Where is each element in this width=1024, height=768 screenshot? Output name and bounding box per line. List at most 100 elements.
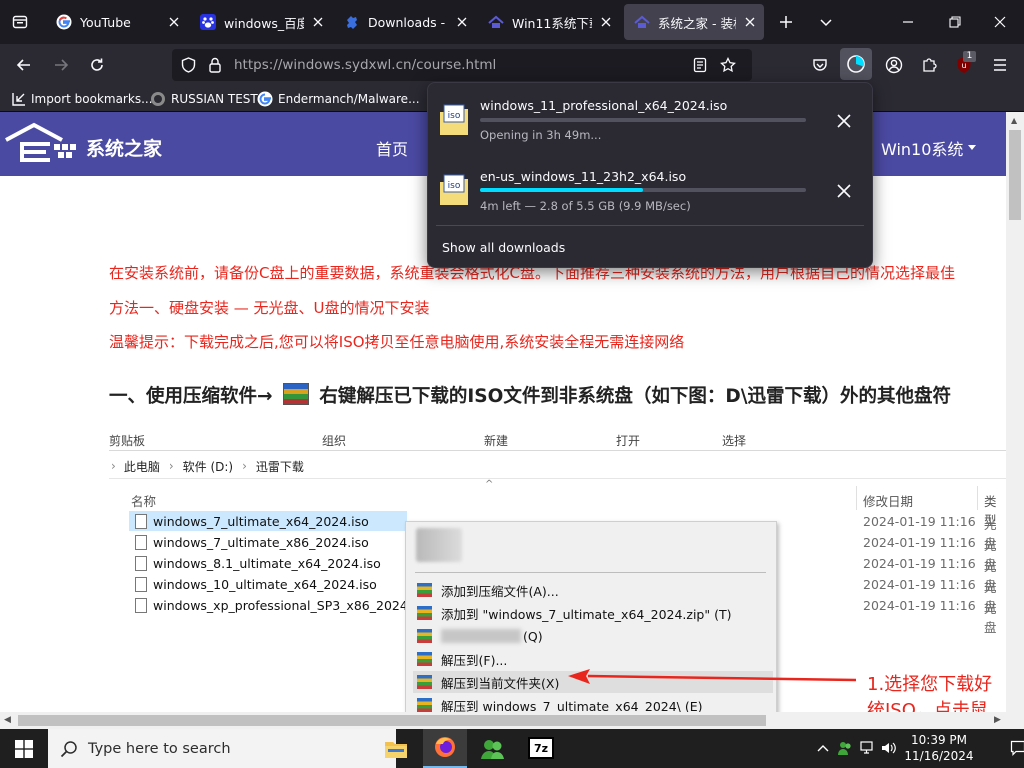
list-all-tabs-chevron-icon[interactable]: [814, 10, 838, 34]
close-window-button[interactable]: [988, 10, 1012, 34]
winrar-icon: [417, 675, 432, 689]
menu-item-extract-to-folder[interactable]: 解压到 windows_7_ultimate_x64_2024\ (E): [413, 694, 773, 712]
iso-file-icon: iso: [439, 104, 469, 136]
menu-item-label: 解压到(F)...: [441, 652, 508, 668]
breadcrumb: › 此电脑 › 软件 (D:) › 迅雷下载: [109, 456, 304, 476]
app-green-people-icon[interactable]: [474, 732, 512, 765]
file-name[interactable]: windows_7_ultimate_x86_2024.iso: [153, 535, 369, 550]
menu-item-label: 添加到 "windows_7_ultimate_x64_2024.zip" (T…: [441, 606, 732, 622]
lock-icon[interactable]: [205, 55, 225, 75]
menu-item-blurred[interactable]: (Q): [413, 625, 773, 647]
scroll-right-icon[interactable]: ▶: [994, 715, 1001, 725]
cancel-download-button[interactable]: [830, 107, 858, 135]
nav-win10-link[interactable]: Win10系统: [881, 136, 977, 160]
account-icon[interactable]: [882, 53, 906, 77]
breadcrumb-item: 软件 (D:): [182, 459, 234, 474]
close-tab-icon[interactable]: [598, 14, 614, 30]
tab-youtube[interactable]: YouTube: [46, 4, 188, 40]
back-arrow-icon[interactable]: [12, 53, 36, 77]
scrollbar-thumb[interactable]: [18, 715, 766, 726]
new-tab-button[interactable]: [774, 10, 798, 34]
tab-win11-download[interactable]: Win11系统下载_: [478, 4, 620, 40]
close-tab-icon[interactable]: [454, 14, 470, 30]
reader-view-icon[interactable]: [689, 54, 711, 76]
show-hidden-icons-chevron[interactable]: [815, 739, 831, 757]
extensions-puzzle-icon[interactable]: [917, 53, 941, 77]
scroll-left-icon[interactable]: ◀: [4, 715, 11, 725]
menu-item-extract-to[interactable]: 解压到(F)...: [413, 648, 773, 670]
blurred-icon: [416, 528, 462, 562]
network-icon[interactable]: [859, 737, 877, 759]
tab-baidu[interactable]: windows_百度搜索: [190, 4, 332, 40]
baidu-paw-icon: [200, 14, 216, 30]
tip-text: 温馨提示：下载完成之后,您可以将ISO拷贝至任意电脑使用,系统安装全程无需连接网…: [109, 333, 685, 351]
windows-start-icon[interactable]: [12, 737, 36, 761]
reload-icon[interactable]: [85, 53, 109, 77]
winrar-icon: [417, 583, 432, 597]
forward-arrow-icon[interactable]: [49, 53, 73, 77]
shield-icon[interactable]: [178, 55, 198, 75]
search-icon: [60, 740, 78, 758]
file-name[interactable]: windows_10_ultimate_x64_2024.iso: [153, 577, 377, 592]
notification-center-icon[interactable]: [1008, 738, 1024, 758]
cancel-download-button[interactable]: [830, 177, 858, 205]
file-explorer-taskbar-icon[interactable]: [378, 732, 414, 765]
menu-item-add-to-zip[interactable]: 添加到 "windows_7_ultimate_x64_2024.zip" (T…: [413, 602, 773, 624]
minimize-window-button[interactable]: [896, 10, 920, 34]
file-name[interactable]: windows_8.1_ultimate_x64_2024.iso: [153, 556, 381, 571]
clock-time: 10:39 PM: [911, 733, 967, 747]
close-tab-icon[interactable]: [166, 14, 182, 30]
hamburger-menu-icon[interactable]: [988, 53, 1012, 77]
firefox-taskbar-button[interactable]: [423, 729, 467, 768]
bookmark-russian-test[interactable]: RUSSIAN TEST: [150, 89, 258, 109]
ribbon-group-label: 打开: [616, 434, 641, 448]
tray-people-icon[interactable]: [836, 737, 854, 759]
horizontal-scrollbar[interactable]: ◀ ▶: [0, 712, 1024, 729]
iso-file-icon: [135, 514, 147, 529]
volume-icon[interactable]: [880, 737, 898, 759]
download-filename[interactable]: windows_11_professional_x64_2024.iso: [480, 98, 727, 113]
pocket-icon[interactable]: [808, 53, 832, 77]
url-text[interactable]: https://windows.sydxwl.cn/course.html: [234, 57, 496, 73]
winrar-icon: [417, 629, 432, 643]
annotation-text: 1.选择您下载好: [867, 674, 993, 695]
bookmark-import[interactable]: Import bookmarks...: [12, 89, 153, 109]
vertical-scrollbar[interactable]: ▲: [1006, 112, 1024, 712]
scrollbar-thumb[interactable]: [1009, 130, 1021, 220]
system-home-icon: [488, 14, 504, 30]
download-progress-fill: [480, 188, 643, 192]
7zip-taskbar-icon[interactable]: 7z: [528, 737, 554, 759]
download-progress-track: [480, 188, 806, 192]
taskbar-search-box[interactable]: Type here to search: [48, 729, 396, 768]
system-home-icon: [634, 14, 650, 30]
file-name[interactable]: windows_xp_professional_SP3_x86_2024.iso: [153, 598, 429, 613]
ribbon-group-label: 新建: [484, 434, 509, 448]
close-tab-icon[interactable]: [742, 14, 758, 30]
nav-home-link[interactable]: 首页: [376, 136, 408, 160]
breadcrumb-chevron-icon: ›: [168, 459, 174, 473]
file-name[interactable]: windows_7_ultimate_x64_2024.iso: [153, 514, 369, 529]
restore-window-button[interactable]: [943, 10, 967, 34]
google-icon: [56, 14, 72, 30]
iso-file-icon: iso: [439, 174, 469, 206]
download-progress-icon: [847, 55, 865, 73]
heading-part-b: 右键解压已下载的ISO文件到非系统盘（如下图：D\迅雷下载）外的其他盘符: [319, 386, 951, 407]
tab-list-icon[interactable]: [8, 10, 32, 34]
menu-item-add-archive[interactable]: 添加到压缩文件(A)...: [413, 579, 773, 601]
close-tab-icon[interactable]: [310, 14, 326, 30]
download-progress-track: [480, 118, 806, 122]
taskbar-clock[interactable]: 10:39 PM 11/16/2024: [904, 732, 974, 765]
panel-divider: [436, 225, 864, 226]
show-all-downloads-link[interactable]: Show all downloads: [442, 240, 565, 255]
scroll-up-icon[interactable]: ▲: [1011, 116, 1017, 125]
bookmark-star-icon[interactable]: [717, 54, 739, 76]
downloads-button[interactable]: [840, 48, 872, 80]
download-filename[interactable]: en-us_windows_11_23h2_x64.iso: [480, 169, 686, 184]
tab-system-home-active[interactable]: 系统之家 - 装机: [624, 4, 764, 40]
download-status: 4m left — 2.8 of 5.5 GB (9.9 MB/sec): [480, 199, 691, 213]
downloads-panel: iso windows_11_professional_x64_2024.iso…: [427, 82, 873, 268]
tab-downloads[interactable]: Downloads - Bol: [334, 4, 476, 40]
tab-title: 系统之家 - 装机: [658, 15, 736, 31]
svg-text:u: u: [961, 61, 966, 70]
bookmark-endermanch[interactable]: Endermanch/Malware...: [257, 89, 420, 109]
